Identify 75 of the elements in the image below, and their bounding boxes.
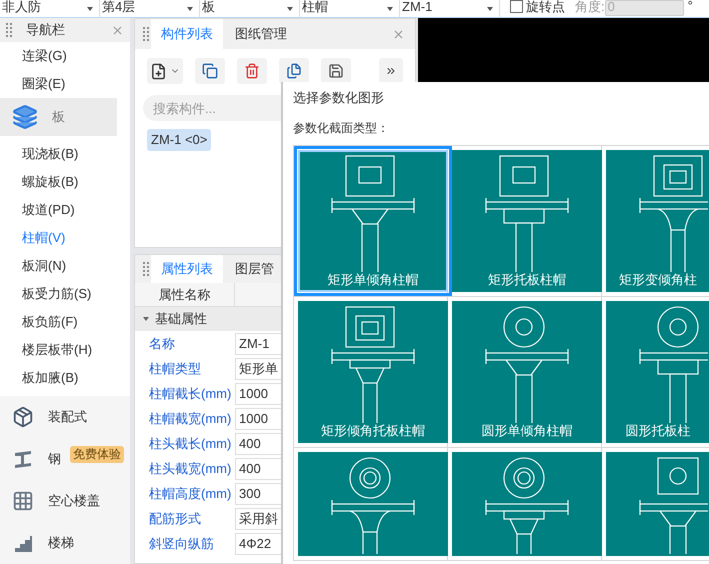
component-chip[interactable]: ZM-1 <0>: [147, 129, 212, 151]
section-label: 参数化截面类型：: [293, 120, 389, 137]
save-button[interactable]: [321, 58, 351, 84]
nav-item[interactable]: 现浇板(B): [0, 140, 130, 168]
nav-item[interactable]: 连梁(G): [0, 42, 130, 70]
drag-handle-icon[interactable]: [6, 23, 12, 37]
nav-group[interactable]: 楼梯: [0, 522, 130, 564]
column-header: 属性名称: [135, 283, 235, 306]
shape-option[interactable]: 矩形托板柱帽: [452, 150, 602, 292]
grid-slab-icon: [12, 490, 34, 512]
nav-item[interactable]: 板负筋(F): [0, 308, 130, 336]
nav-item[interactable]: 板受力筋(S): [0, 280, 130, 308]
caret-icon: [187, 6, 193, 10]
shape-option[interactable]: 矩形变倾角柱: [606, 150, 709, 292]
close-icon[interactable]: [392, 28, 405, 40]
caret-icon: [387, 6, 393, 10]
close-icon[interactable]: [111, 24, 124, 36]
nav-item[interactable]: 螺旋板(B): [0, 168, 130, 196]
drag-handle-icon[interactable]: [143, 262, 149, 276]
option-label: 圆形托板柱: [626, 423, 690, 439]
double-chevron-icon: [385, 65, 397, 77]
nav-group[interactable]: 钢 免费体验: [0, 438, 130, 480]
trash-icon: [244, 63, 260, 79]
option-label: 矩形倾角托板柱帽: [321, 423, 425, 439]
option-label: 矩形变倾角柱: [619, 272, 697, 288]
angle-label: 角度:: [575, 0, 605, 16]
delete-button[interactable]: [237, 58, 267, 84]
panel-tab[interactable]: 图层管: [225, 255, 284, 283]
panel-tab[interactable]: 属性列表: [151, 255, 223, 283]
nav-item[interactable]: 坡道(PD): [0, 196, 130, 224]
caret-icon: [287, 6, 293, 10]
copy-icon: [202, 63, 218, 79]
shape-option[interactable]: 圆形单倾角柱帽: [452, 301, 602, 443]
new-button[interactable]: [147, 58, 183, 84]
steel-beam-icon: [12, 448, 34, 470]
drag-handle-icon[interactable]: [143, 27, 149, 41]
copy-button[interactable]: [195, 58, 225, 84]
nav-item[interactable]: 板洞(N): [0, 252, 130, 280]
property-name: 斜竖向纵筋: [148, 534, 215, 553]
panel-title: 导航栏: [26, 21, 66, 40]
shape-option[interactable]: 矩形倾角托板柱帽: [298, 301, 448, 443]
property-name: 柱帽截宽(mm): [148, 410, 232, 428]
nav-item[interactable]: 板加腋(B): [0, 364, 130, 392]
property-name: 配筋形式: [148, 510, 202, 528]
nav-item[interactable]: 柱帽(V): [0, 224, 130, 252]
shape-option[interactable]: 圆形托板柱: [606, 301, 709, 443]
caret-icon: [87, 6, 93, 10]
property-name: 柱帽截长(mm): [148, 384, 232, 403]
panel-tab[interactable]: 图纸管理: [225, 19, 297, 49]
option-label: 矩形托板柱帽: [488, 272, 566, 288]
rotate-point-checkbox[interactable]: 旋转点: [510, 0, 565, 16]
option-label: 矩形单倾角柱帽: [328, 272, 418, 288]
layers-icon: [12, 104, 38, 130]
property-name: 柱帽高度(mm): [148, 484, 232, 503]
option-label: 圆形单倾角柱帽: [482, 423, 572, 439]
more-button[interactable]: [379, 58, 403, 84]
nav-group[interactable]: 板: [0, 98, 117, 136]
promo-badge[interactable]: 免费体验: [70, 446, 124, 463]
nav-group[interactable]: 装配式: [0, 396, 130, 438]
property-name: 柱头截长(mm): [148, 434, 232, 453]
caret-icon: [487, 6, 493, 10]
save-icon: [328, 63, 344, 79]
degree-unit: °: [688, 0, 693, 15]
nav-item[interactable]: 圈梁(E): [0, 70, 130, 98]
new-file-icon: [150, 62, 167, 80]
property-name: 柱帽类型: [148, 360, 202, 378]
duplicate-button[interactable]: [279, 58, 309, 84]
panel-tab[interactable]: 构件列表: [151, 19, 223, 49]
property-name: 柱头截宽(mm): [148, 460, 232, 478]
nav-item[interactable]: 楼层板带(H): [0, 336, 130, 364]
package-icon: [12, 406, 34, 428]
expand-caret-icon: [143, 317, 149, 321]
property-name: 名称: [148, 334, 176, 353]
files-icon: [286, 63, 302, 79]
nav-group[interactable]: 空心楼盖: [0, 480, 130, 522]
